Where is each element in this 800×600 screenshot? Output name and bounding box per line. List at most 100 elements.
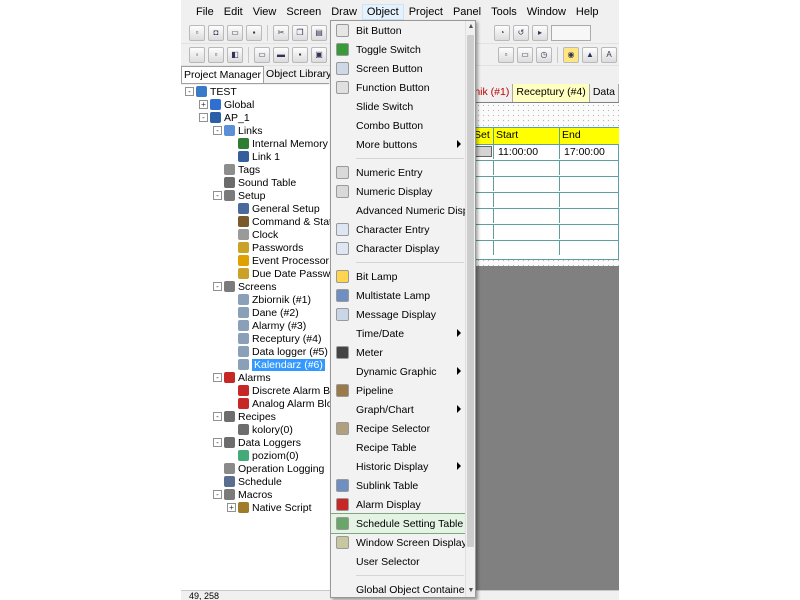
collapse-icon[interactable]: - (213, 282, 222, 291)
menu-item-character-entry[interactable]: Character Entry (331, 220, 465, 239)
bit-button-tool-icon[interactable]: ◦ (189, 46, 205, 63)
lamp-tool-icon[interactable]: ▪ (292, 46, 308, 63)
menu-item-global-object-container[interactable]: Global Object Container (331, 580, 468, 597)
collapse-icon[interactable]: - (185, 87, 194, 96)
menu-scrollbar[interactable]: ▲ ▼ (465, 21, 475, 597)
new-project-icon[interactable]: ◘ (208, 24, 224, 41)
menu-tools[interactable]: Tools (486, 4, 522, 20)
text-tool-icon[interactable]: A (601, 47, 617, 63)
tree-item[interactable]: - Data Loggers (213, 436, 301, 449)
tree-item[interactable]: Due Date Passwords (227, 267, 330, 280)
tree-item[interactable]: Link 1 (227, 150, 280, 163)
tree-item[interactable]: Internal Memory (227, 137, 328, 150)
tree-item[interactable]: Data logger (#5) (227, 345, 328, 358)
screen-tab[interactable]: Data (590, 84, 619, 102)
tree-item[interactable]: - TEST (185, 85, 237, 98)
screen-tool-icon[interactable]: ▭ (254, 46, 270, 63)
collapse-icon[interactable]: - (199, 113, 208, 122)
toggle-tool-icon[interactable]: ◧ (227, 46, 243, 63)
menu-item-graph-chart[interactable]: Graph/Chart (331, 400, 465, 419)
function-tool-icon[interactable]: ▣ (311, 46, 327, 63)
menu-item-function-button[interactable]: Function Button (331, 78, 465, 97)
menu-item-recipe-selector[interactable]: Recipe Selector (331, 419, 465, 438)
zoom-combo[interactable] (551, 25, 591, 41)
tree-item[interactable]: Tags (213, 163, 260, 176)
menu-item-window-screen-display[interactable]: Window Screen Display (331, 533, 467, 552)
new-icon[interactable]: ▫ (189, 24, 205, 41)
open-icon[interactable]: ▭ (227, 24, 243, 41)
alarm-tool-icon[interactable]: ▲ (582, 47, 598, 63)
tree-item[interactable]: Zbiornik (#1) (227, 293, 311, 306)
expand-icon[interactable]: + (227, 503, 236, 512)
collapse-icon[interactable]: - (213, 373, 222, 382)
collapse-icon[interactable]: - (213, 438, 222, 447)
tree-item[interactable]: poziom(0) (227, 449, 299, 462)
menu-item-more-buttons[interactable]: More buttons (331, 135, 465, 154)
menu-view[interactable]: View (248, 4, 282, 20)
collapse-icon[interactable]: - (213, 191, 222, 200)
menu-draw[interactable]: Draw (326, 4, 362, 20)
menu-item-alarm-display[interactable]: Alarm Display (331, 495, 465, 514)
menu-item-schedule-setting-table[interactable]: Schedule Setting Table (331, 513, 466, 534)
tree-item[interactable]: Event Processor (227, 254, 329, 267)
menu-panel[interactable]: Panel (448, 4, 486, 20)
menu-item-screen-button[interactable]: Screen Button (331, 59, 465, 78)
menu-object[interactable]: Object (361, 4, 404, 20)
tree-item[interactable]: - Alarms (213, 371, 271, 384)
tab-object-library[interactable]: Object Library (264, 66, 335, 83)
tree-item[interactable]: - Screens (213, 280, 277, 293)
copy-icon[interactable]: ❐ (292, 24, 308, 41)
menu-item-multistate-lamp[interactable]: Multistate Lamp (331, 286, 465, 305)
tree-item[interactable]: kolory(0) (227, 423, 293, 436)
tree-item[interactable]: Operation Logging (213, 462, 324, 475)
menu-item-historic-display[interactable]: Historic Display (331, 457, 465, 476)
rotate-icon[interactable]: ↺ (513, 25, 529, 41)
scroll-down-icon[interactable]: ▼ (467, 587, 475, 595)
menu-edit[interactable]: Edit (219, 4, 248, 20)
tree-item[interactable]: - Links (213, 124, 263, 137)
numeric-tool-icon[interactable]: ▫ (498, 47, 514, 63)
set-button[interactable] (474, 146, 492, 157)
tree-item[interactable]: Passwords (227, 241, 303, 254)
menu-item-pipeline[interactable]: Pipeline (331, 381, 465, 400)
tree-item[interactable]: Sound Table (213, 176, 296, 189)
tree-item[interactable]: Schedule (213, 475, 282, 488)
menu-item-advanced-numeric-display[interactable]: Advanced Numeric Display (331, 201, 475, 220)
tree-item[interactable]: + Global (199, 98, 254, 111)
menu-item-message-display[interactable]: Message Display (331, 305, 465, 324)
tree-item[interactable]: Discrete Alarm Block (227, 384, 330, 397)
menu-item-numeric-entry[interactable]: Numeric Entry (331, 163, 465, 182)
paste-icon[interactable]: ▤ (311, 24, 327, 41)
collapse-icon[interactable]: - (213, 412, 222, 421)
tree-item[interactable]: Kalendarz (#6) (227, 358, 325, 371)
menu-window[interactable]: Window (522, 4, 571, 20)
slide-tool-icon[interactable]: ▬ (273, 46, 289, 63)
menu-item-bit-lamp[interactable]: Bit Lamp (331, 267, 465, 286)
menu-project[interactable]: Project (404, 4, 448, 20)
tree-item[interactable]: Dane (#2) (227, 306, 299, 319)
menu-help[interactable]: Help (571, 4, 604, 20)
tree-item[interactable]: Receptury (#4) (227, 332, 321, 345)
collapse-icon[interactable]: - (213, 490, 222, 499)
clock-tool-icon[interactable]: ◷ (536, 47, 552, 63)
menu-item-user-selector[interactable]: User Selector (331, 552, 465, 571)
menu-item-time-date[interactable]: Time/Date (331, 324, 465, 343)
screen-tab[interactable]: Receptury (#4) (513, 84, 590, 102)
lamp-bulb-icon[interactable]: ◉ (563, 47, 579, 63)
menu-item-dynamic-graphic[interactable]: Dynamic Graphic (331, 362, 465, 381)
run-icon[interactable]: ▸ (532, 25, 548, 41)
menu-screen[interactable]: Screen (281, 4, 326, 20)
tree-item[interactable]: - Recipes (213, 410, 276, 423)
tree-item[interactable]: + Native Script (227, 501, 312, 514)
tree-item[interactable]: Alarmy (#3) (227, 319, 306, 332)
save-icon[interactable]: ▪ (246, 24, 262, 41)
menu-item-slide-switch[interactable]: Slide Switch (331, 97, 465, 116)
tree-item[interactable]: Clock (227, 228, 278, 241)
menu-item-recipe-table[interactable]: Recipe Table (331, 438, 465, 457)
menu-item-meter[interactable]: Meter (331, 343, 465, 362)
tree-item[interactable]: General Setup (227, 202, 320, 215)
scrollbar-thumb[interactable] (467, 35, 474, 547)
tree-item[interactable]: Analog Alarm Block (227, 397, 330, 410)
tree-item[interactable]: - Setup (213, 189, 265, 202)
menu-item-sublink-table[interactable]: Sublink Table (331, 476, 465, 495)
